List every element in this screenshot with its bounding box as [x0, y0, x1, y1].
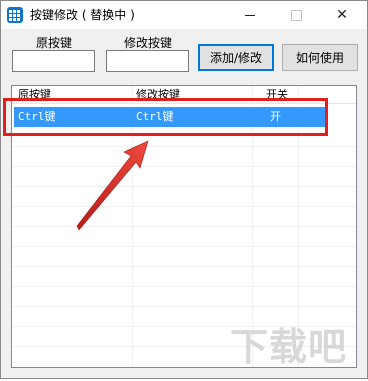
watermark-logo: 下载吧 [228, 318, 368, 372]
svg-text:下载吧: 下载吧 [230, 325, 347, 369]
